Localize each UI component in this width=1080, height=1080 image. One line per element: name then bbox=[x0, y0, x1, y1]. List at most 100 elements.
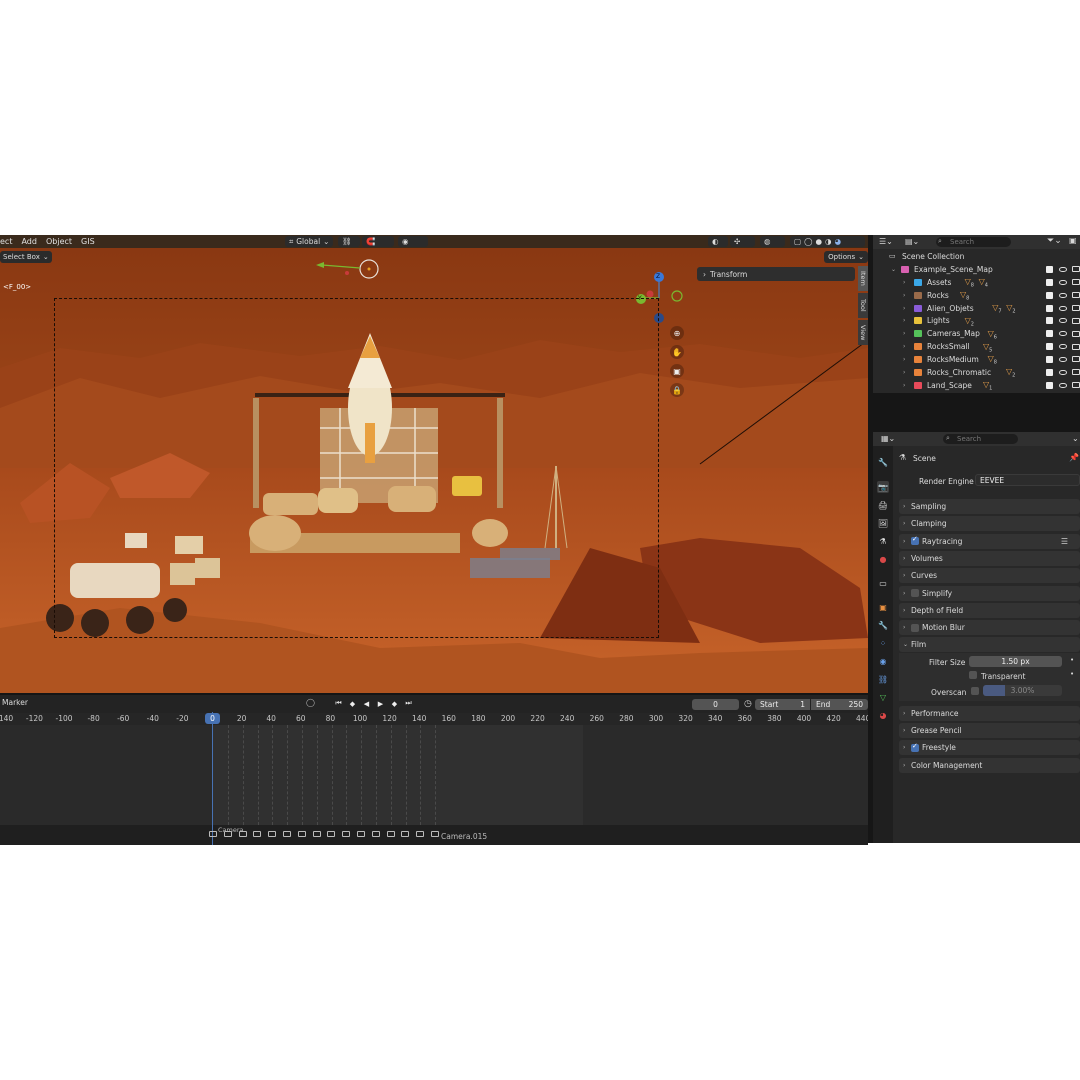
child-objects-icon[interactable]: ▽7 bbox=[992, 304, 1002, 315]
play-reverse-icon[interactable]: ◀ bbox=[361, 698, 372, 709]
pan-hand-icon[interactable]: ✋ bbox=[670, 345, 684, 359]
camera-marker-icon[interactable] bbox=[371, 831, 380, 837]
camera-marker-icon[interactable] bbox=[223, 831, 232, 837]
lock-icon[interactable]: 🔒 bbox=[670, 383, 684, 397]
keyframe-dot-icon[interactable]: • bbox=[1070, 656, 1074, 664]
child-objects-icon[interactable]: ▽2 bbox=[965, 316, 975, 327]
render-camera-icon[interactable] bbox=[1072, 305, 1080, 312]
camera-marker-icon[interactable] bbox=[297, 831, 306, 837]
autokey-icon[interactable]: ◯ bbox=[306, 698, 315, 707]
eye-icon[interactable] bbox=[1059, 305, 1067, 311]
camera-view-icon[interactable]: ▣ bbox=[670, 364, 684, 378]
panel-motion-blur[interactable]: › Motion Blur bbox=[899, 620, 1080, 636]
exclude-checkbox[interactable] bbox=[1046, 355, 1053, 363]
camera-marker-icon[interactable] bbox=[253, 831, 262, 837]
render-tab-icon[interactable]: 📷 bbox=[877, 481, 889, 493]
render-camera-icon[interactable] bbox=[1072, 330, 1080, 337]
jump-start-icon[interactable]: ⏮ bbox=[333, 698, 344, 709]
shading-modes[interactable]: ▢ ◯ ● ◑ ◕ bbox=[790, 236, 865, 247]
child-objects-icon[interactable]: ▽2 bbox=[1006, 304, 1016, 315]
clock-icon[interactable]: ◷ bbox=[744, 699, 752, 709]
particles-tab-icon[interactable]: ⁘ bbox=[877, 637, 889, 649]
exclude-checkbox[interactable] bbox=[1046, 330, 1053, 338]
transparent-checkbox[interactable] bbox=[969, 670, 977, 679]
eye-icon[interactable] bbox=[1059, 279, 1067, 285]
outliner-collection-assets[interactable]: › Assets ▽8 ▽4 bbox=[873, 276, 1080, 289]
playhead[interactable] bbox=[212, 712, 213, 845]
collection-tab-icon[interactable]: ▭ bbox=[877, 577, 889, 589]
physics-tab-icon[interactable]: ◉ bbox=[877, 655, 889, 667]
outliner-collection-lights[interactable]: › Lights ▽2 bbox=[873, 315, 1080, 328]
panel-performance[interactable]: › Performance bbox=[899, 705, 1080, 721]
child-objects-icon[interactable]: ▽5 bbox=[983, 342, 993, 353]
output-tab-icon[interactable]: 🖨 bbox=[877, 499, 889, 511]
panel-curves[interactable]: › Curves bbox=[899, 568, 1080, 584]
zoom-icon[interactable]: ⊕ bbox=[670, 326, 684, 340]
view-layer-tab-icon[interactable]: 🖼 bbox=[877, 517, 889, 529]
panel-enable-checkbox[interactable] bbox=[911, 623, 919, 632]
child-objects-icon[interactable]: ▽1 bbox=[983, 381, 993, 392]
tab-tool[interactable]: Tool bbox=[858, 293, 868, 318]
outliner-collection-rockssmall[interactable]: › RocksSmall ▽5 bbox=[873, 340, 1080, 353]
render-camera-icon[interactable] bbox=[1072, 356, 1080, 363]
camera-marker-icon[interactable] bbox=[238, 831, 247, 837]
render-camera-icon[interactable] bbox=[1072, 369, 1080, 376]
pivot-point-dropdown[interactable]: ⛓ bbox=[338, 236, 360, 247]
exclude-checkbox[interactable] bbox=[1046, 317, 1053, 325]
child-objects-icon[interactable]: ▽8 bbox=[965, 278, 975, 289]
outliner-collection-cameras_map[interactable]: › Cameras_Map ▽6 bbox=[873, 327, 1080, 340]
world-tab-icon[interactable]: ● bbox=[877, 553, 889, 565]
pin-icon[interactable]: 📌 bbox=[1069, 453, 1079, 462]
current-frame-field[interactable]: 0 bbox=[692, 699, 739, 710]
panel-raytracing[interactable]: › ✓ Raytracing ☰ bbox=[899, 533, 1080, 549]
render-camera-icon[interactable] bbox=[1072, 292, 1080, 299]
child-objects-icon[interactable]: ▽8 bbox=[960, 291, 970, 302]
panel-grease-pencil[interactable]: › Grease Pencil bbox=[899, 723, 1080, 738]
visibility-dropdown[interactable]: ◐ bbox=[708, 236, 728, 247]
new-collection-icon[interactable]: ▣ bbox=[1069, 236, 1077, 245]
eye-icon[interactable] bbox=[1059, 344, 1067, 350]
panel-clamping[interactable]: › Clamping bbox=[899, 516, 1080, 532]
outliner-collection-alien_objets[interactable]: › Alien_Objets ▽7 ▽2 bbox=[873, 302, 1080, 315]
3d-viewport[interactable]: ect Add Object GIS ⌗ Global ⌄ ⛓ 🧲 ◉ ◐ ✣ … bbox=[0, 235, 868, 693]
tool-tab-icon[interactable]: 🔧 bbox=[877, 456, 889, 468]
exclude-checkbox[interactable] bbox=[1046, 368, 1053, 376]
end-frame-field[interactable]: End 250 bbox=[811, 699, 868, 710]
panel-enable-checkbox[interactable]: ✓ bbox=[911, 535, 919, 546]
exclude-checkbox[interactable] bbox=[1046, 343, 1053, 351]
scene-tab-icon[interactable]: ⚗ bbox=[877, 535, 889, 547]
render-camera-icon[interactable] bbox=[1072, 266, 1080, 273]
eye-icon[interactable] bbox=[1059, 331, 1067, 337]
modifier-tab-icon[interactable]: 🔧 bbox=[877, 619, 889, 631]
proportional-edit-toggle[interactable]: ◉ bbox=[398, 236, 428, 247]
render-camera-icon[interactable] bbox=[1072, 382, 1080, 389]
child-objects-icon[interactable]: ▽6 bbox=[988, 329, 998, 340]
properties-search-input[interactable]: Search bbox=[943, 434, 1018, 444]
camera-marker-icon[interactable] bbox=[312, 831, 321, 837]
list-icon[interactable]: ☰ bbox=[1061, 537, 1068, 546]
editor-type-icon[interactable]: ☰⌄ bbox=[879, 237, 893, 246]
camera-marker-icon[interactable] bbox=[431, 831, 439, 837]
camera-marker-icon[interactable] bbox=[327, 831, 336, 837]
play-icon[interactable]: ▶ bbox=[375, 698, 386, 709]
menu-add[interactable]: Add bbox=[21, 237, 37, 246]
chevron-down-icon[interactable]: ⌄ bbox=[1072, 434, 1079, 443]
outliner-collection-land_scape[interactable]: › Land_Scape ▽1 bbox=[873, 379, 1080, 392]
outliner-collection-rocksmedium[interactable]: › RocksMedium ▽8 bbox=[873, 353, 1080, 366]
camera-marker-icon[interactable] bbox=[268, 831, 277, 837]
tab-view[interactable]: View bbox=[858, 320, 868, 345]
editor-type-icon[interactable]: ▦⌄ bbox=[881, 434, 895, 443]
transform-panel-header[interactable]: › Transform bbox=[697, 267, 855, 281]
outliner-search-input[interactable]: Search bbox=[936, 237, 1011, 247]
render-camera-icon[interactable] bbox=[1072, 343, 1080, 350]
data-tab-icon[interactable]: ▽ bbox=[877, 691, 889, 703]
options-dropdown[interactable]: Options ⌄ bbox=[824, 251, 868, 263]
prev-keyframe-icon[interactable]: ◆ bbox=[347, 698, 358, 709]
camera-marker-icon[interactable] bbox=[416, 831, 425, 837]
child-objects-icon[interactable]: ▽4 bbox=[979, 278, 989, 289]
camera-marker-icon[interactable] bbox=[401, 831, 410, 837]
gizmo-toggle[interactable]: ✣ bbox=[730, 236, 755, 247]
panel-film[interactable]: ⌄ Film bbox=[899, 637, 1080, 653]
panel-enable-checkbox[interactable] bbox=[911, 589, 919, 597]
start-frame-field[interactable]: Start 1 bbox=[755, 699, 810, 710]
